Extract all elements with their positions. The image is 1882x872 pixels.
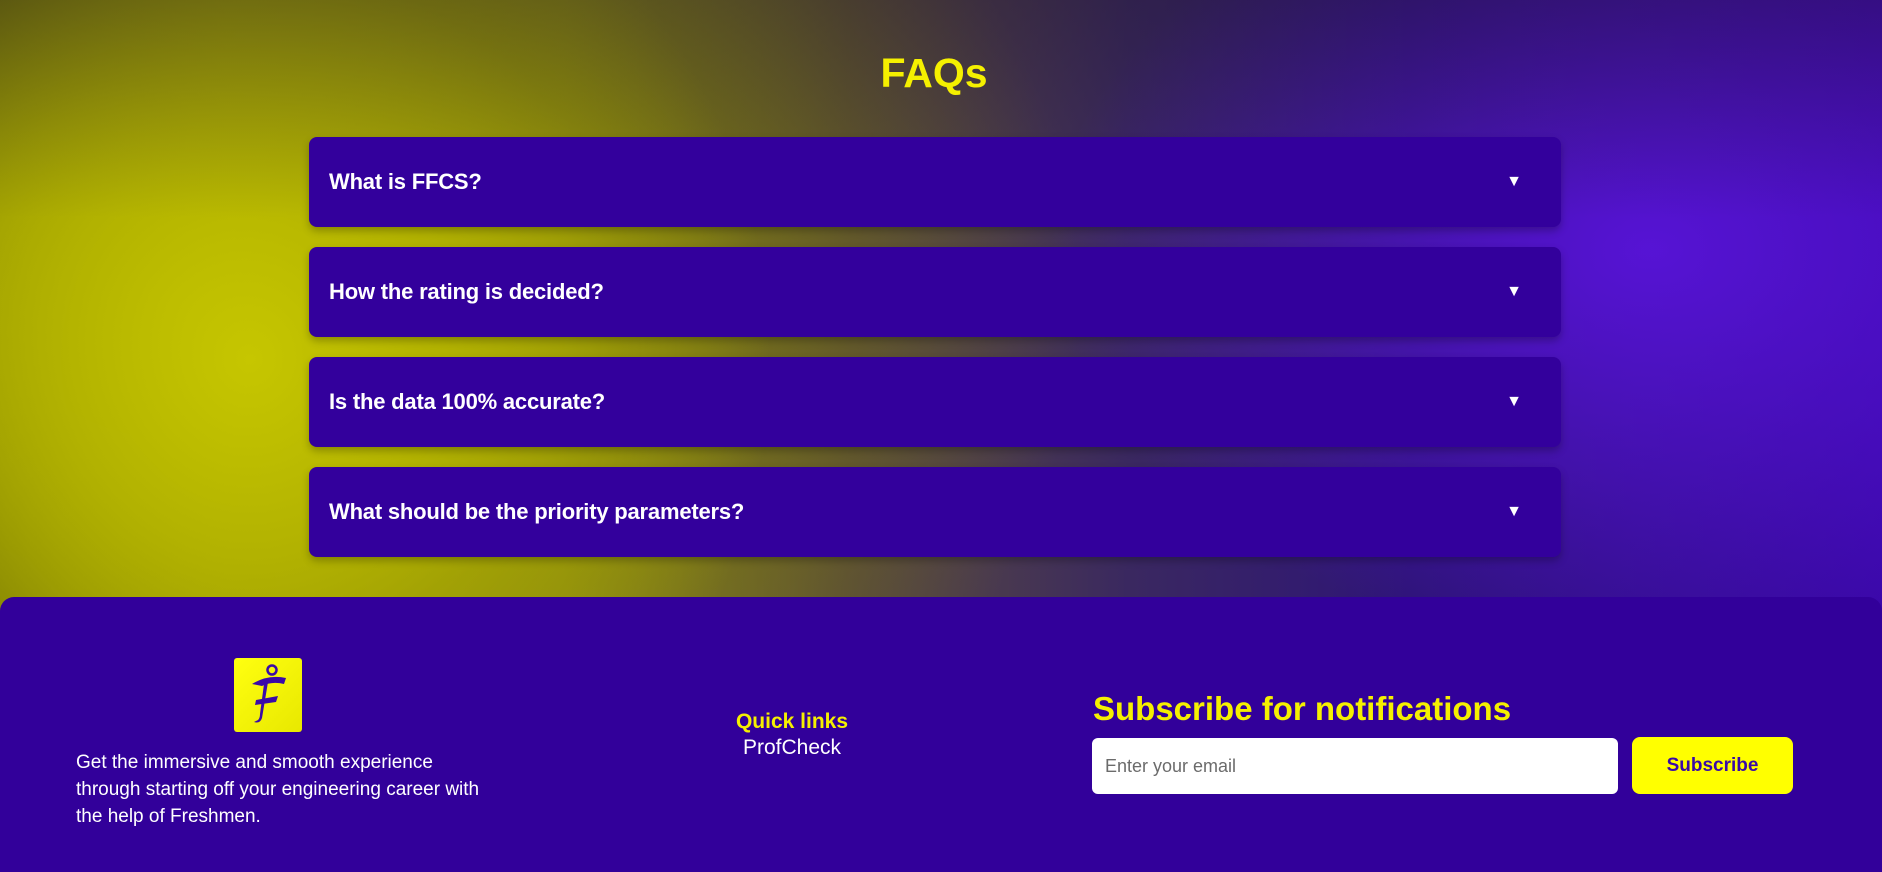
quick-link-profcheck[interactable]: ProfCheck: [700, 735, 884, 761]
freshmen-logo-glyph: [252, 664, 286, 723]
subscribe-button[interactable]: Subscribe: [1632, 737, 1793, 794]
caret-down-icon: ▼: [1506, 283, 1522, 300]
subscribe-title: Subscribe for notifications: [1093, 690, 1512, 727]
footer-tagline: Get the immersive and smooth experience …: [76, 752, 480, 827]
faq-section: FAQs What is FFCS? ▼ How the rating is d…: [0, 0, 1882, 600]
faq-question: How the rating is decided?: [329, 279, 604, 304]
footer: Get the immersive and smooth experience …: [0, 597, 1882, 872]
page: FAQs What is FFCS? ▼ How the rating is d…: [0, 0, 1882, 872]
quick-links-title: Quick links: [735, 710, 849, 733]
quick-links: Quick links ProfCheck: [700, 709, 884, 761]
caret-down-icon: ▼: [1506, 503, 1522, 520]
freshmen-logo-icon[interactable]: [234, 658, 302, 732]
faq-item-data-accuracy[interactable]: Is the data 100% accurate? ▼: [309, 357, 1561, 447]
faq-item-priority-parameters[interactable]: What should be the priority parameters? …: [309, 467, 1561, 557]
faq-list: What is FFCS? ▼ How the rating is decide…: [309, 137, 1561, 577]
faq-item-what-is-ffcs[interactable]: What is FFCS? ▼: [309, 137, 1561, 227]
faq-question: What should be the priority parameters?: [329, 499, 745, 524]
email-input[interactable]: [1092, 738, 1618, 794]
faq-title: FAQs: [880, 50, 988, 96]
faq-question: What is FFCS?: [329, 169, 482, 194]
caret-down-icon: ▼: [1506, 173, 1522, 190]
faq-item-rating-decided[interactable]: How the rating is decided? ▼: [309, 247, 1561, 337]
faq-question: Is the data 100% accurate?: [329, 389, 606, 414]
caret-down-icon: ▼: [1506, 393, 1522, 410]
